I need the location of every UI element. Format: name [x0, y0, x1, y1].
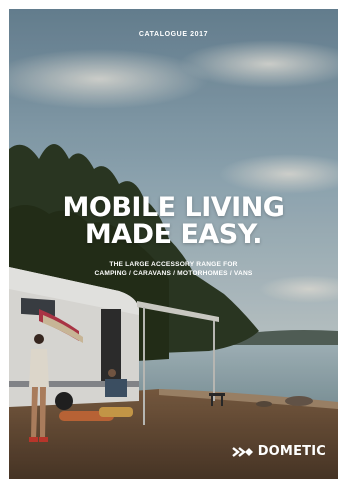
headline-line-2: MADE EASY. [84, 219, 263, 250]
dometic-logo-icon [231, 446, 253, 457]
subtitle-line-1: THE LARGE ACCESSORY RANGE FOR [109, 261, 238, 268]
catalogue-year-label: CATALOGUE 2017 [138, 31, 209, 38]
cover-headline: MOBILE LIVING MADE EASY. [9, 194, 338, 248]
cover-subtitle: THE LARGE ACCESSORY RANGE FOR CAMPING / … [9, 260, 338, 278]
brand-name: DOMETIC [257, 444, 326, 459]
subtitle-line-2: CAMPING / CARAVANS / MOTORHOMES / VANS [94, 270, 253, 277]
brand-logo: DOMETIC [231, 444, 326, 459]
catalogue-cover: CATALOGUE 2017 MOBILE LIVING MADE EASY. … [9, 9, 338, 479]
headline-line-1: MOBILE LIVING [62, 192, 285, 223]
